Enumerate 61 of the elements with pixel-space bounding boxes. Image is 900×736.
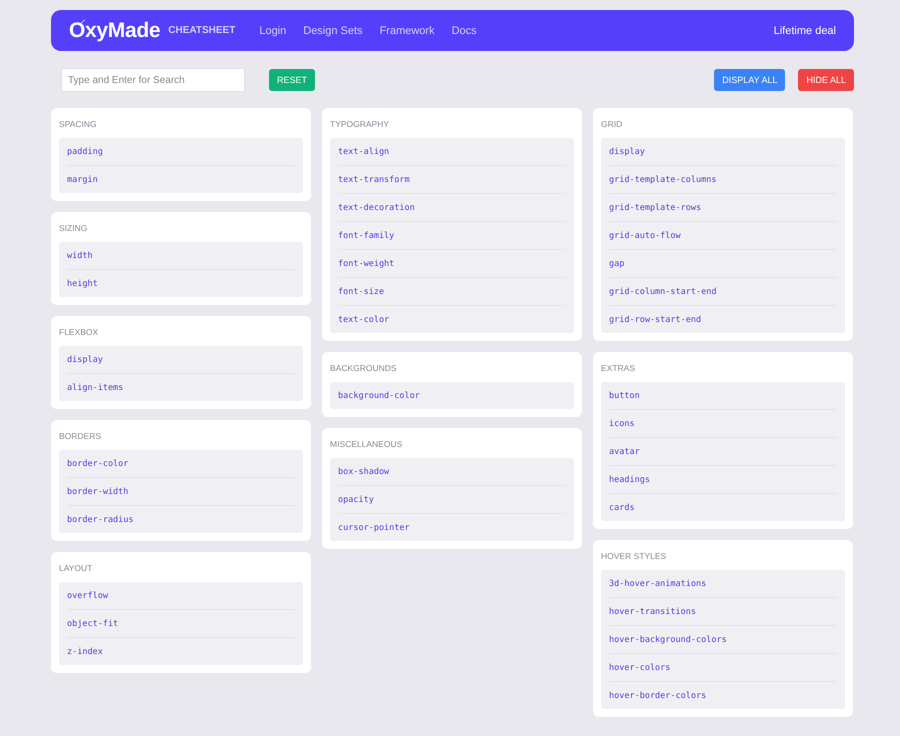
category-title: BORDERS: [59, 430, 102, 443]
property-link[interactable]: height: [67, 278, 98, 288]
nav-link[interactable]: Framework: [380, 24, 435, 36]
category-title: LAYOUT: [59, 562, 94, 575]
property-link[interactable]: font-family: [338, 230, 394, 240]
property-link[interactable]: avatar: [609, 446, 640, 456]
brand-logo[interactable]: OxyMade: [69, 18, 160, 42]
search-field[interactable]: Type and Enter for Search: [61, 68, 245, 92]
property-link[interactable]: 3d-hover-animations: [609, 578, 706, 588]
property-link[interactable]: overflow: [67, 590, 108, 600]
category-title: MISCELLANEOUS: [330, 438, 404, 451]
category-title: BACKGROUNDS: [330, 362, 398, 375]
property-link[interactable]: background-color: [338, 390, 420, 400]
property-link[interactable]: cursor-pointer: [338, 522, 410, 532]
property-link[interactable]: hover-background-colors: [609, 634, 727, 644]
nav-link[interactable]: Login: [259, 24, 286, 36]
brand-subtitle: CHEATSHEET: [168, 25, 236, 36]
category-title: SPACING: [59, 118, 98, 131]
property-link[interactable]: gap: [609, 258, 624, 268]
property-link[interactable]: hover-border-colors: [609, 690, 706, 700]
display-all-button[interactable]: DISPLAY ALL: [714, 69, 786, 91]
property-link[interactable]: grid-column-start-end: [609, 286, 716, 296]
property-link[interactable]: grid-template-rows: [609, 202, 702, 212]
lifetime-deal-link[interactable]: Lifetime deal: [774, 24, 836, 36]
property-link[interactable]: align-items: [67, 382, 124, 392]
property-link[interactable]: grid-template-columns: [609, 174, 716, 184]
category-title: SIZING: [59, 222, 88, 235]
hide-all-button[interactable]: HIDE ALL: [798, 69, 854, 91]
property-link[interactable]: cards: [609, 502, 635, 512]
property-link[interactable]: margin: [67, 174, 98, 184]
property-link[interactable]: font-weight: [338, 258, 394, 268]
nav-link[interactable]: Design Sets: [303, 24, 363, 36]
property-link[interactable]: object-fit: [67, 618, 118, 628]
property-link[interactable]: headings: [609, 474, 650, 484]
category-title: GRID: [601, 118, 624, 131]
property-link[interactable]: text-transform: [338, 174, 410, 184]
property-link[interactable]: hover-colors: [609, 662, 670, 672]
property-link[interactable]: border-width: [67, 486, 128, 496]
property-link[interactable]: border-radius: [67, 514, 134, 524]
property-link[interactable]: text-color: [338, 314, 390, 324]
property-link[interactable]: opacity: [338, 494, 374, 504]
property-link[interactable]: box-shadow: [338, 466, 390, 476]
property-link[interactable]: text-decoration: [338, 202, 415, 212]
property-link[interactable]: width: [67, 250, 93, 260]
property-link[interactable]: button: [609, 390, 640, 400]
category-title: HOVER STYLES: [601, 550, 668, 563]
property-link[interactable]: border-color: [67, 458, 128, 468]
nav-link[interactable]: Docs: [452, 24, 477, 36]
property-link[interactable]: hover-transitions: [609, 606, 696, 616]
property-link[interactable]: display: [609, 146, 645, 156]
property-link[interactable]: grid-auto-flow: [609, 230, 681, 240]
property-link[interactable]: text-align: [338, 146, 390, 156]
property-link[interactable]: grid-row-start-end: [609, 314, 702, 324]
category-title: TYPOGRAPHY: [330, 118, 390, 131]
category-title: FLEXBOX: [59, 326, 100, 339]
property-link[interactable]: font-size: [338, 286, 384, 296]
category-title: EXTRAS: [601, 362, 636, 375]
property-link[interactable]: display: [67, 354, 103, 364]
property-link[interactable]: z-index: [67, 646, 103, 656]
property-link[interactable]: padding: [67, 146, 103, 156]
property-link[interactable]: icons: [609, 418, 635, 428]
